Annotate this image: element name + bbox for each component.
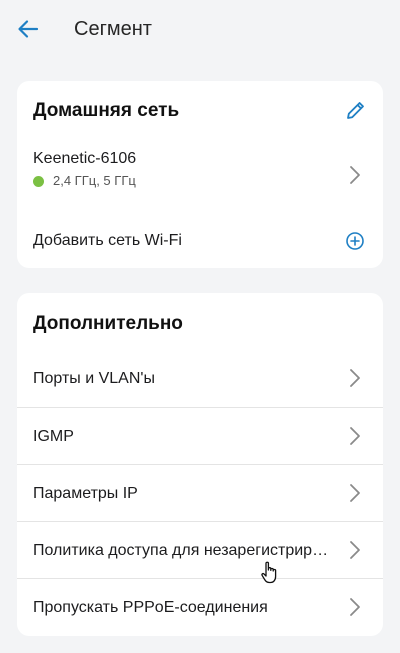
chevron-right-icon bbox=[350, 427, 360, 445]
page-title: Сегмент bbox=[74, 18, 152, 40]
add-wifi-label: Добавить сеть Wi-Fi bbox=[33, 232, 182, 249]
plus-circle-icon bbox=[346, 232, 364, 250]
network-row[interactable]: Keenetic-6106 2,4 ГГц, 5 ГГц bbox=[17, 137, 383, 211]
add-wifi-row[interactable]: Добавить сеть Wi-Fi bbox=[17, 219, 383, 263]
status-dot bbox=[33, 175, 44, 187]
network-name: Keenetic-6106 bbox=[33, 150, 137, 167]
list-item-label: Политика доступа для незарегистрированны… bbox=[33, 542, 333, 559]
pencil-icon bbox=[347, 102, 364, 119]
advanced-header: Дополнительно bbox=[33, 313, 183, 334]
chevron-right-icon bbox=[350, 484, 360, 502]
network-bands: 2,4 ГГц, 5 ГГц bbox=[53, 173, 136, 188]
arrow-left-icon bbox=[18, 20, 39, 38]
edit-button[interactable] bbox=[345, 99, 367, 121]
list-item-label: Порты и VLAN'ы bbox=[33, 370, 155, 387]
app-bar: Сегмент bbox=[0, 0, 400, 58]
list-item-label: Пропускать PPPoE-соединения bbox=[33, 599, 268, 616]
list-item-label: Параметры IP bbox=[33, 485, 138, 502]
network-status: 2,4 ГГц, 5 ГГц bbox=[33, 172, 136, 190]
list-item-pppoe-passthrough[interactable]: Пропускать PPPoE-соединения bbox=[17, 578, 383, 636]
back-button[interactable] bbox=[12, 13, 44, 45]
advanced-card: Дополнительно Порты и VLAN'ы IGMP Параме… bbox=[17, 293, 383, 636]
list-item-label: IGMP bbox=[33, 428, 74, 445]
chevron-right-icon bbox=[350, 369, 360, 387]
list-item-ip-settings[interactable]: Параметры IP bbox=[17, 464, 383, 522]
chevron-right-icon bbox=[350, 541, 360, 559]
list-item-igmp[interactable]: IGMP bbox=[17, 407, 383, 465]
chevron-right-icon bbox=[350, 166, 360, 184]
chevron-right-icon bbox=[350, 598, 360, 616]
list-item-unregistered-policy[interactable]: Политика доступа для незарегистрированны… bbox=[17, 521, 383, 579]
home-network-card: Домашняя сеть Keenetic-6106 2,4 ГГц, 5 Г… bbox=[17, 81, 383, 268]
home-network-header: Домашняя сеть bbox=[33, 100, 180, 121]
list-item-ports-vlans[interactable]: Порты и VLAN'ы bbox=[17, 350, 383, 407]
